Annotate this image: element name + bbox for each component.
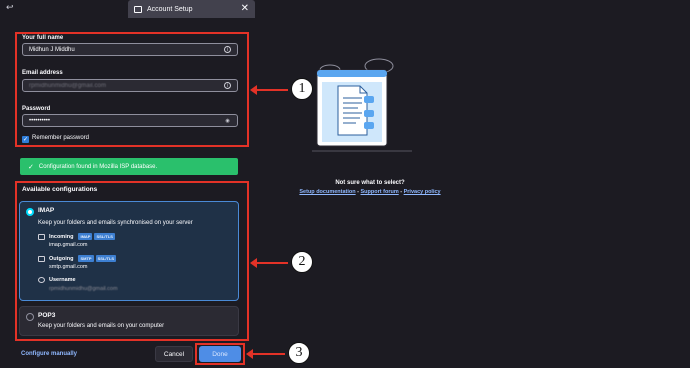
privacy-policy-link[interactable]: Privacy policy: [404, 189, 441, 195]
tab-title: Account Setup: [147, 5, 193, 13]
check-icon: ✓: [28, 163, 34, 171]
annotation-callout-1: 1: [291, 78, 313, 100]
close-icon[interactable]: ✕: [241, 4, 249, 14]
annotation-arrow-1: [250, 85, 288, 95]
annotation-arrow-3: [246, 349, 285, 359]
document-illustration: [312, 58, 412, 152]
annotation-callout-2: 2: [291, 251, 313, 273]
annotation-callout-3: 3: [288, 342, 310, 364]
annotation-box-3: [195, 343, 245, 365]
tab-window-icon: [134, 5, 142, 13]
help-question: Not sure what to select?: [335, 180, 405, 186]
tab-account-setup[interactable]: Account Setup ✕: [128, 0, 255, 18]
setup-documentation-link[interactable]: Setup documentation: [299, 189, 355, 195]
status-banner: ✓ Configuration found in Mozilla ISP dat…: [20, 158, 238, 175]
annotation-arrow-2: [250, 258, 288, 268]
annotation-box-2: [15, 181, 249, 341]
banner-text: Configuration found in Mozilla ISP datab…: [38, 163, 158, 170]
back-icon[interactable]: ↩: [6, 2, 14, 13]
support-forum-link[interactable]: Support forum: [361, 189, 399, 195]
configure-manually-link[interactable]: Configure manually: [21, 351, 77, 357]
help-links: Setup documentation - Support forum - Pr…: [284, 189, 456, 195]
annotation-box-1: [15, 32, 249, 147]
cancel-button[interactable]: Cancel: [155, 346, 193, 362]
